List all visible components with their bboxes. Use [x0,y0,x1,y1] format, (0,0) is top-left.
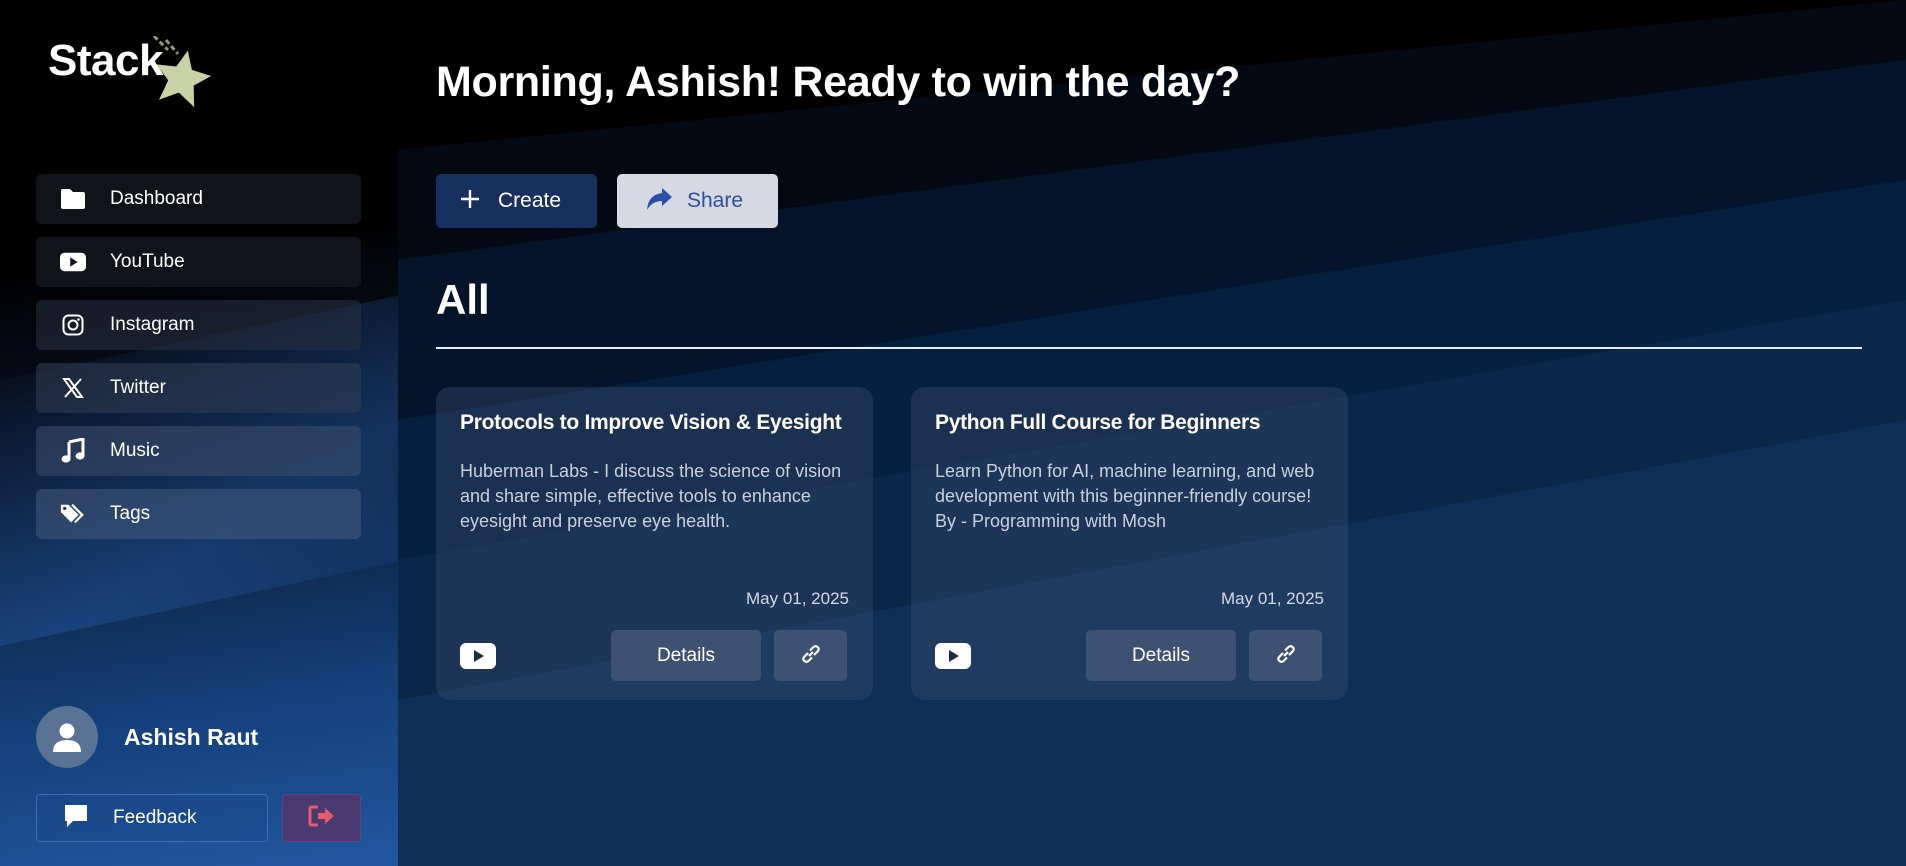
details-button[interactable]: Details [611,630,761,681]
youtube-icon [60,249,86,275]
create-label: Create [498,189,562,212]
card-description: Huberman Labs - I discuss the science of… [460,461,842,531]
logout-icon [308,804,336,832]
section-title: All [436,276,490,323]
copy-link-button[interactable] [1249,630,1322,681]
feedback-label: Feedback [113,807,197,828]
sidebar-item-youtube[interactable]: YouTube [36,237,361,287]
card-title: Protocols to Improve Vision & Eyesight [460,411,842,434]
logout-button[interactable] [282,794,361,842]
content-card[interactable]: Python Full Course for Beginners Learn P… [911,387,1348,700]
sidebar-item-label: YouTube [110,251,185,272]
share-arrow-icon [645,187,673,215]
sidebar-item-label: Tags [110,503,151,524]
music-note-icon [60,438,86,464]
sidebar-item-instagram[interactable]: Instagram [36,300,361,350]
page-title: Morning, Ashish! Ready to win the day? [436,58,1241,106]
feedback-button[interactable]: Feedback [36,794,268,842]
sidebar-item-tags[interactable]: Tags [36,489,361,539]
link-icon [1274,642,1298,670]
chat-bubble-icon [63,803,89,833]
sidebar-item-label: Twitter [110,377,166,398]
section-divider [436,347,1862,349]
sidebar-item-dashboard[interactable]: Dashboard [36,174,361,224]
link-icon [799,642,823,670]
main-content: Morning, Ashish! Ready to win the day? C… [398,0,1906,866]
sidebar-item-twitter[interactable]: Twitter [36,363,361,413]
sidebar-item-label: Instagram [110,314,195,335]
user-avatar-icon [36,706,98,768]
sidebar-item-music[interactable]: Music [36,426,361,476]
card-date: May 01, 2025 [1220,589,1324,608]
x-twitter-icon [60,375,86,401]
card-date: May 01, 2025 [745,589,849,608]
star-icon [152,36,212,108]
folder-icon [60,186,86,212]
youtube-icon [935,643,971,669]
card-description: Learn Python for AI, machine learning, a… [935,461,1315,531]
sidebar: Stack Dashboard YouTube Instagram Twitte… [0,0,398,866]
sidebar-item-label: Music [110,440,160,461]
user-profile[interactable]: Ashish Raut [36,706,258,768]
sidebar-item-label: Dashboard [110,188,203,209]
share-label: Share [687,189,744,212]
brand-logo[interactable]: Stack [48,36,218,116]
details-button[interactable]: Details [1086,630,1236,681]
create-button[interactable]: Create [436,174,597,228]
copy-link-button[interactable] [774,630,847,681]
user-name: Ashish Raut [124,723,259,750]
content-card[interactable]: Protocols to Improve Vision & Eyesight H… [436,387,873,700]
instagram-icon [60,312,86,338]
share-button[interactable]: Share [617,174,778,228]
plus-icon [460,189,480,213]
youtube-icon [460,643,496,669]
tags-icon [60,501,86,527]
sidebar-nav: Dashboard YouTube Instagram Twitter Musi… [36,174,361,552]
card-title: Python Full Course for Beginners [935,411,1261,434]
